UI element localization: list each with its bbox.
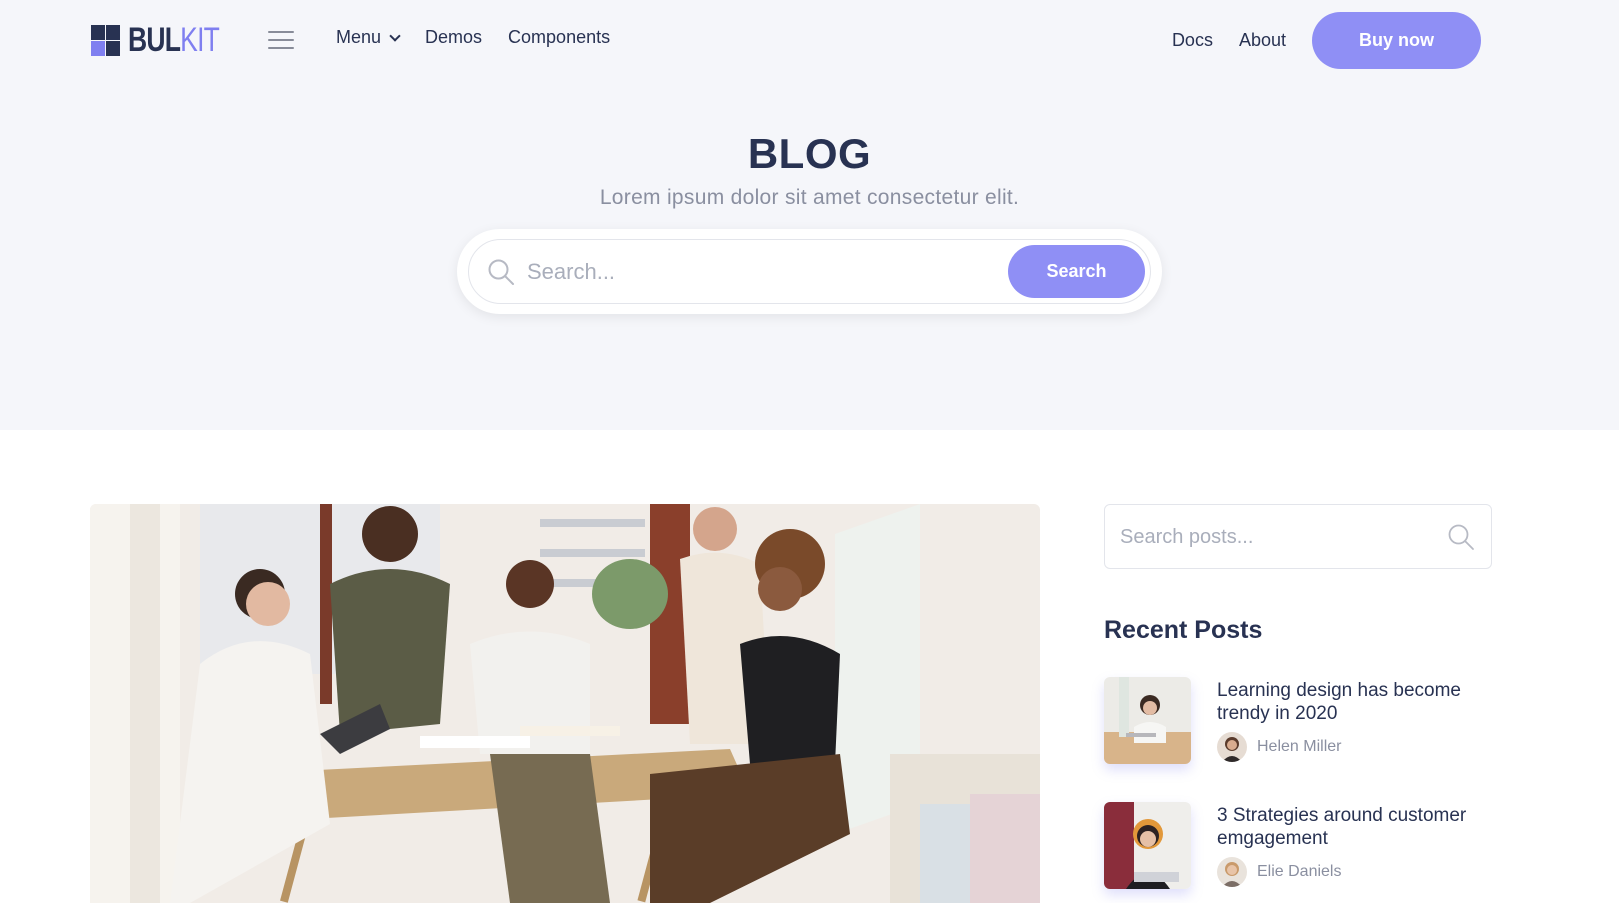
page-title: BLOG bbox=[747, 130, 872, 177]
author-name[interactable]: Helen Miller bbox=[1257, 738, 1341, 756]
recent-post-item[interactable]: 3 Strategies around customer emgagement … bbox=[1104, 802, 1494, 897]
logo-text-part1: BUL bbox=[128, 20, 181, 59]
nav-left: Menu Demos Components bbox=[336, 27, 636, 48]
logo-mark-icon bbox=[91, 24, 120, 56]
nav-menu-label: Menu bbox=[336, 27, 382, 47]
avatar bbox=[1217, 857, 1247, 887]
post-thumbnail[interactable] bbox=[1104, 802, 1191, 889]
sidebar-search bbox=[1104, 504, 1492, 569]
featured-photo bbox=[90, 504, 1040, 903]
featured-post-image[interactable] bbox=[90, 504, 1040, 903]
avatar bbox=[1217, 732, 1247, 762]
navbar: BULKIT Menu Demos Components Docs About … bbox=[0, 0, 1619, 82]
search-icon bbox=[488, 259, 514, 285]
post-title[interactable]: 3 Strategies around customer emgagement bbox=[1217, 804, 1487, 850]
hero-search-bar: Search bbox=[457, 229, 1162, 314]
logo[interactable]: BULKIT bbox=[91, 20, 245, 60]
post-thumbnail[interactable] bbox=[1104, 677, 1191, 764]
author-name[interactable]: Elie Daniels bbox=[1257, 863, 1341, 881]
nav-right: Docs About Buy now bbox=[1172, 12, 1481, 69]
chevron-down-icon bbox=[389, 29, 401, 42]
nav-components[interactable]: Components bbox=[508, 27, 610, 48]
nav-demos[interactable]: Demos bbox=[425, 27, 482, 48]
post-author: Elie Daniels bbox=[1217, 857, 1341, 887]
recent-post-item[interactable]: Learning design has become trendy in 202… bbox=[1104, 677, 1494, 772]
buy-now-button[interactable]: Buy now bbox=[1312, 12, 1481, 69]
hamburger-icon[interactable] bbox=[268, 31, 294, 49]
logo-text-part2: KIT bbox=[180, 20, 220, 59]
search-icon[interactable] bbox=[1447, 523, 1475, 551]
recent-posts-title: Recent Posts bbox=[1104, 616, 1263, 644]
post-title[interactable]: Learning design has become trendy in 202… bbox=[1217, 679, 1487, 725]
logo-text: BULKIT bbox=[128, 20, 220, 60]
nav-docs[interactable]: Docs bbox=[1172, 30, 1213, 51]
sidebar-search-input[interactable] bbox=[1120, 517, 1420, 557]
hero-search-input[interactable] bbox=[527, 250, 977, 294]
hero-search-field: Search bbox=[468, 239, 1151, 304]
page-subtitle: Lorem ipsum dolor sit amet consectetur e… bbox=[599, 186, 1020, 209]
nav-about[interactable]: About bbox=[1239, 30, 1286, 51]
post-author: Helen Miller bbox=[1217, 732, 1341, 762]
search-button[interactable]: Search bbox=[1008, 245, 1145, 298]
nav-menu-dropdown[interactable]: Menu bbox=[336, 27, 401, 48]
